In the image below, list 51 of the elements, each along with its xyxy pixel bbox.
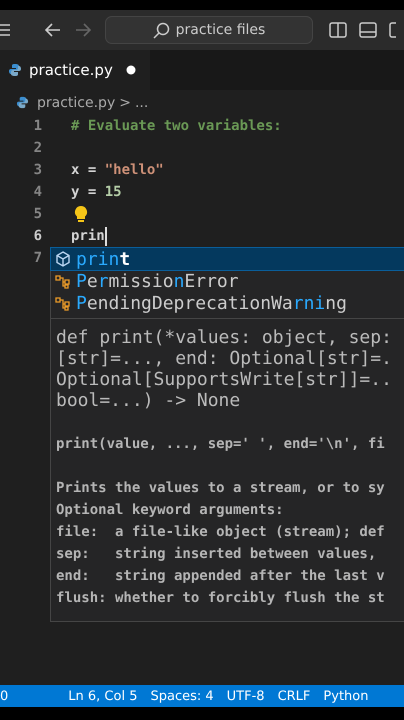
- status-item[interactable]: Python: [323, 688, 368, 704]
- forward-arrow-icon[interactable]: [75, 23, 91, 37]
- line-number: 2: [32, 140, 42, 156]
- suggestion-item[interactable]: Pe rmissionError: [51, 270, 404, 292]
- split-layout-icon[interactable]: [329, 22, 347, 38]
- menu-icon[interactable]: [0, 23, 10, 37]
- editor-tab[interactable]: practice.py: [0, 50, 150, 90]
- cube-icon: [55, 251, 71, 267]
- code-text: 15: [104, 184, 122, 200]
- search-field[interactable]: practice files: [105, 16, 313, 44]
- code-comment: # Evaluate two variables:: [71, 118, 282, 134]
- doc-line: Prints the values to a stream, or to sy: [56, 479, 386, 498]
- breadcrumb-item[interactable]: ...: [134, 94, 148, 110]
- problems-count[interactable]: 0: [0, 688, 8, 704]
- signature-line: def print(*values: object, sep:: [56, 327, 393, 348]
- code-text: prin: [71, 228, 105, 244]
- usage-line: print(value, ..., sep=' ', end='\n', fi: [56, 435, 386, 454]
- line-number: 4: [32, 184, 42, 200]
- breadcrumb-separator: >: [119, 94, 131, 110]
- class-icon: [55, 295, 71, 311]
- line-number: 5: [32, 206, 42, 222]
- back-arrow-icon[interactable]: [45, 23, 61, 37]
- suggestion-item[interactable]: PendingDeprecationWa rning: [51, 292, 404, 314]
- breadcrumb-item[interactable]: practice.py: [37, 94, 116, 110]
- doc-line: flush: whether to forcibly flush the st: [56, 589, 386, 608]
- code-text: x =: [71, 162, 98, 178]
- status-item[interactable]: UTF-8: [226, 688, 265, 704]
- signature-line: bool=...) -> None: [56, 390, 242, 411]
- panel-layout-icon[interactable]: [359, 22, 377, 38]
- status-item[interactable]: Spaces: 4: [150, 688, 214, 704]
- status-item[interactable]: Ln 6, Col 5: [68, 688, 138, 704]
- status-item[interactable]: CRLF: [278, 688, 310, 704]
- doc-line: end: string appended after the last v: [56, 567, 386, 586]
- sidebar-layout-icon[interactable]: [389, 22, 396, 38]
- line-number: 3: [32, 162, 42, 178]
- python-file-icon: [8, 63, 22, 77]
- class-icon: [55, 273, 71, 289]
- signature-line: [str]=..., end: Optional[str]=.: [56, 348, 393, 369]
- lightbulb-icon[interactable]: [74, 205, 88, 223]
- python-file-icon: [16, 96, 29, 109]
- search-icon: [152, 22, 170, 38]
- doc-line: file: a file-like object (stream); def: [56, 523, 386, 542]
- line-number: 7: [32, 250, 42, 266]
- doc-line: Optional keyword arguments:: [56, 501, 285, 520]
- line-number: 6: [32, 228, 42, 244]
- doc-line: sep: string inserted between values,: [56, 545, 378, 564]
- signature-line: Optional[SupportsWrite[str]]=..: [56, 369, 393, 390]
- suggestion-item[interactable]: print: [51, 248, 404, 270]
- line-number: 1: [32, 118, 42, 134]
- code-text: y =: [71, 184, 98, 200]
- code-text: "hello": [104, 162, 164, 178]
